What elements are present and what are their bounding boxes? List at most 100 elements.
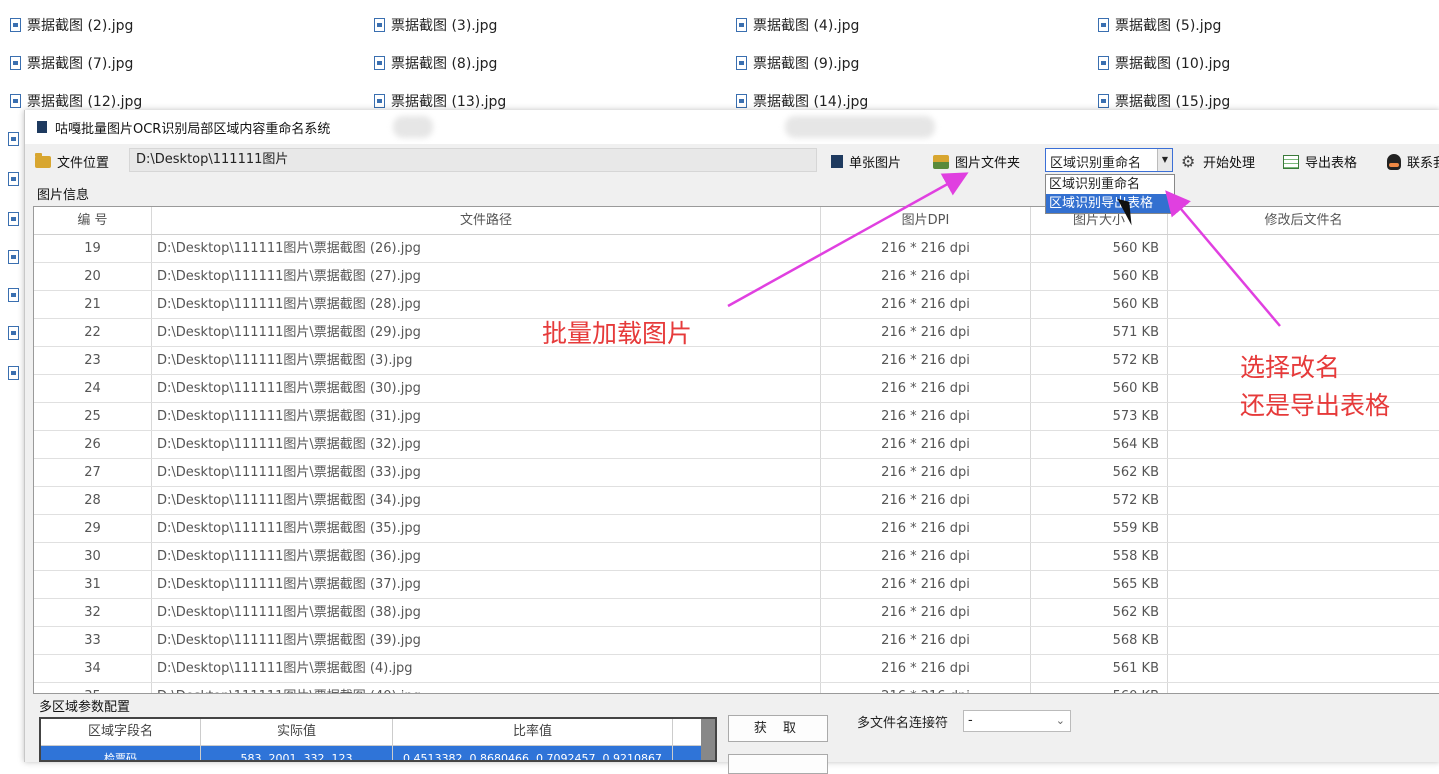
- table-row[interactable]: 24 D:\Desktop\111111图片\票据截图 (30).jpg 216 *…: [34, 375, 1439, 403]
- single-image-button[interactable]: 单张图片: [831, 152, 901, 171]
- row-dpi: 216 * 216 dpi: [821, 627, 1031, 654]
- row-path: D:\Desktop\111111图片\票据截图 (31).jpg: [152, 403, 821, 430]
- table-row[interactable]: 28 D:\Desktop\111111图片\票据截图 (34).jpg 216 *…: [34, 487, 1439, 515]
- explorer-file-name: 票据截图 (4).jpg: [753, 18, 860, 34]
- row-size: 565 KB: [1031, 571, 1168, 598]
- table-row[interactable]: 35D:\Desktop\111111图片\票据截图 (40).jpg216 *…: [34, 683, 1439, 693]
- row-dpi: 216 * 216 dpi: [821, 291, 1031, 318]
- start-process-button[interactable]: ⚙ 开始处理: [1181, 152, 1255, 171]
- app-window: 咕嘎批量图片OCR识别局部区域内容重命名系统 文件位置 D:\Desktop\1…: [24, 110, 1439, 774]
- table-row[interactable]: 31 D:\Desktop\111111图片\票据截图 (37).jpg 216 *…: [34, 571, 1439, 599]
- file-icon: [374, 56, 385, 70]
- file-icon: [1098, 18, 1109, 32]
- row-dpi: 216 * 216 dpi: [821, 375, 1031, 402]
- fetch-button[interactable]: 获 取: [728, 715, 828, 742]
- param-header: 区域字段名 实际值 比率值: [41, 719, 715, 746]
- row-id: 34: [34, 655, 152, 682]
- file-icon: [8, 250, 19, 264]
- table-row[interactable]: 20 D:\Desktop\111111图片\票据截图 (27).jpg 216 *…: [34, 263, 1439, 291]
- explorer-file[interactable]: 票据截图 (7).jpg: [10, 52, 133, 74]
- joiner-select[interactable]: - ⌄: [963, 710, 1071, 732]
- image-grid: 编 号 文件路径 图片DPI 图片大小 修改后文件名 19 D:\Desktop\…: [33, 206, 1439, 694]
- param-actual: 583, 2001, 332, 123: [201, 746, 393, 760]
- explorer-file[interactable]: 票据截图 (8).jpg: [374, 52, 497, 74]
- explorer-file-name: 票据截图 (5).jpg: [1115, 18, 1222, 34]
- table-row[interactable]: 19 D:\Desktop\111111图片\票据截图 (26).jpg 216 *…: [34, 235, 1439, 263]
- explorer-file[interactable]: 票据截图 (12).jpg: [10, 90, 142, 112]
- secondary-button[interactable]: [728, 754, 828, 774]
- toolbar: 文件位置 D:\Desktop\111111图片 单张图片 图片文件夹 ⚙ 开始…: [25, 146, 1439, 174]
- header-path[interactable]: 文件路径: [152, 207, 821, 234]
- row-new-name: [1168, 291, 1439, 318]
- explorer-file[interactable]: 票据截图 (2).jpg: [10, 14, 133, 36]
- mode-option-rename[interactable]: 区域识别重命名: [1046, 175, 1174, 194]
- table-row[interactable]: 22 D:\Desktop\111111图片\票据截图 (29).jpg 216 *…: [34, 319, 1439, 347]
- row-size: 558 KB: [1031, 543, 1168, 570]
- blurred-region: [393, 116, 433, 138]
- table-row[interactable]: 32 D:\Desktop\111111图片\票据截图 (38).jpg 216 *…: [34, 599, 1439, 627]
- mode-option-export[interactable]: 区域识别导出表格: [1046, 194, 1174, 213]
- row-id: 23: [34, 347, 152, 374]
- scrollbar[interactable]: [701, 719, 715, 760]
- row-id: 33: [34, 627, 152, 654]
- single-image-icon: [831, 155, 843, 168]
- header-ratio[interactable]: 比率值: [393, 719, 673, 745]
- row-dpi: 216 * 216 dpi: [821, 543, 1031, 570]
- table-row[interactable]: 30 D:\Desktop\111111图片\票据截图 (36).jpg 216 *…: [34, 543, 1439, 571]
- row-new-name: [1168, 571, 1439, 598]
- table-row[interactable]: 27 D:\Desktop\111111图片\票据截图 (33).jpg 216 *…: [34, 459, 1439, 487]
- header-id[interactable]: 编 号: [34, 207, 152, 234]
- row-id: 29: [34, 515, 152, 542]
- table-row[interactable]: 29 D:\Desktop\111111图片\票据截图 (35).jpg 216 *…: [34, 515, 1439, 543]
- explorer-file[interactable]: 票据截图 (13).jpg: [374, 90, 506, 112]
- header-field-name[interactable]: 区域字段名: [41, 719, 201, 745]
- table-row[interactable]: 21 D:\Desktop\111111图片\票据截图 (28).jpg 216 *…: [34, 291, 1439, 319]
- table-row[interactable]: 33 D:\Desktop\111111图片\票据截图 (39).jpg 216 *…: [34, 627, 1439, 655]
- row-path: D:\Desktop\111111图片\票据截图 (4).jpg: [152, 655, 821, 682]
- explorer-file[interactable]: 票据截图 (9).jpg: [736, 52, 859, 74]
- row-dpi: 216 * 216 dpi: [821, 235, 1031, 262]
- table-row[interactable]: 25 D:\Desktop\111111图片\票据截图 (31).jpg 216 *…: [34, 403, 1439, 431]
- header-new-name[interactable]: 修改后文件名: [1168, 207, 1439, 234]
- explorer-file[interactable]: 票据截图 (4).jpg: [736, 14, 859, 36]
- row-dpi: 216 * 216 dpi: [821, 683, 1031, 693]
- row-id: 24: [34, 375, 152, 402]
- file-icon: [10, 18, 21, 32]
- contact-button[interactable]: 联系我: [1387, 152, 1439, 171]
- annotation-choose-line2: 还是导出表格: [1240, 391, 1391, 420]
- row-id: 32: [34, 599, 152, 626]
- explorer-file-name: 票据截图 (7).jpg: [27, 56, 134, 72]
- row-id: 28: [34, 487, 152, 514]
- export-table-button[interactable]: 导出表格: [1283, 152, 1357, 171]
- path-input[interactable]: D:\Desktop\111111图片: [129, 148, 817, 172]
- row-dpi: 216 * 216 dpi: [821, 459, 1031, 486]
- table-row[interactable]: 26 D:\Desktop\111111图片\票据截图 (32).jpg 216 *…: [34, 431, 1439, 459]
- row-new-name: [1168, 683, 1439, 693]
- image-folder-icon: [933, 154, 949, 169]
- file-icon: [8, 366, 19, 380]
- explorer-file[interactable]: 票据截图 (3).jpg: [374, 14, 497, 36]
- file-icon: [736, 56, 747, 70]
- chevron-down-icon[interactable]: ▼: [1157, 149, 1172, 171]
- image-folder-button[interactable]: 图片文件夹: [933, 152, 1020, 171]
- mode-select[interactable]: 区域识别重命名 ▼: [1045, 148, 1173, 172]
- file-location-button[interactable]: 文件位置: [35, 152, 109, 171]
- explorer-file[interactable]: 票据截图 (14).jpg: [736, 90, 868, 112]
- row-size: 561 KB: [1031, 655, 1168, 682]
- explorer-file-name: 票据截图 (14).jpg: [753, 94, 869, 110]
- table-row[interactable]: 34 D:\Desktop\111111图片\票据截图 (4).jpg 216 * …: [34, 655, 1439, 683]
- header-dpi[interactable]: 图片DPI: [821, 207, 1031, 234]
- file-explorer-background: 票据截图 (2).jpg 票据截图 (3).jpg 票据截图 (4).jpg 票据截图…: [0, 0, 1439, 120]
- header-actual[interactable]: 实际值: [201, 719, 393, 745]
- param-ratio: 0.4513382, 0.8680466, 0.7092457, 0.92108…: [393, 746, 673, 760]
- qq-icon: [1387, 153, 1401, 170]
- file-icon: [8, 132, 19, 146]
- file-icon: [374, 94, 385, 108]
- image-info-label: 图片信息: [37, 188, 90, 203]
- explorer-file[interactable]: 票据截图 (5).jpg: [1098, 14, 1221, 36]
- row-id: 25: [34, 403, 152, 430]
- table-row[interactable]: 23 D:\Desktop\111111图片\票据截图 (3).jpg 216 * …: [34, 347, 1439, 375]
- explorer-file[interactable]: 票据截图 (15).jpg: [1098, 90, 1230, 112]
- param-row[interactable]: 检票码 583, 2001, 332, 123 0.4513382, 0.868…: [41, 746, 715, 760]
- explorer-file[interactable]: 票据截图 (10).jpg: [1098, 52, 1230, 74]
